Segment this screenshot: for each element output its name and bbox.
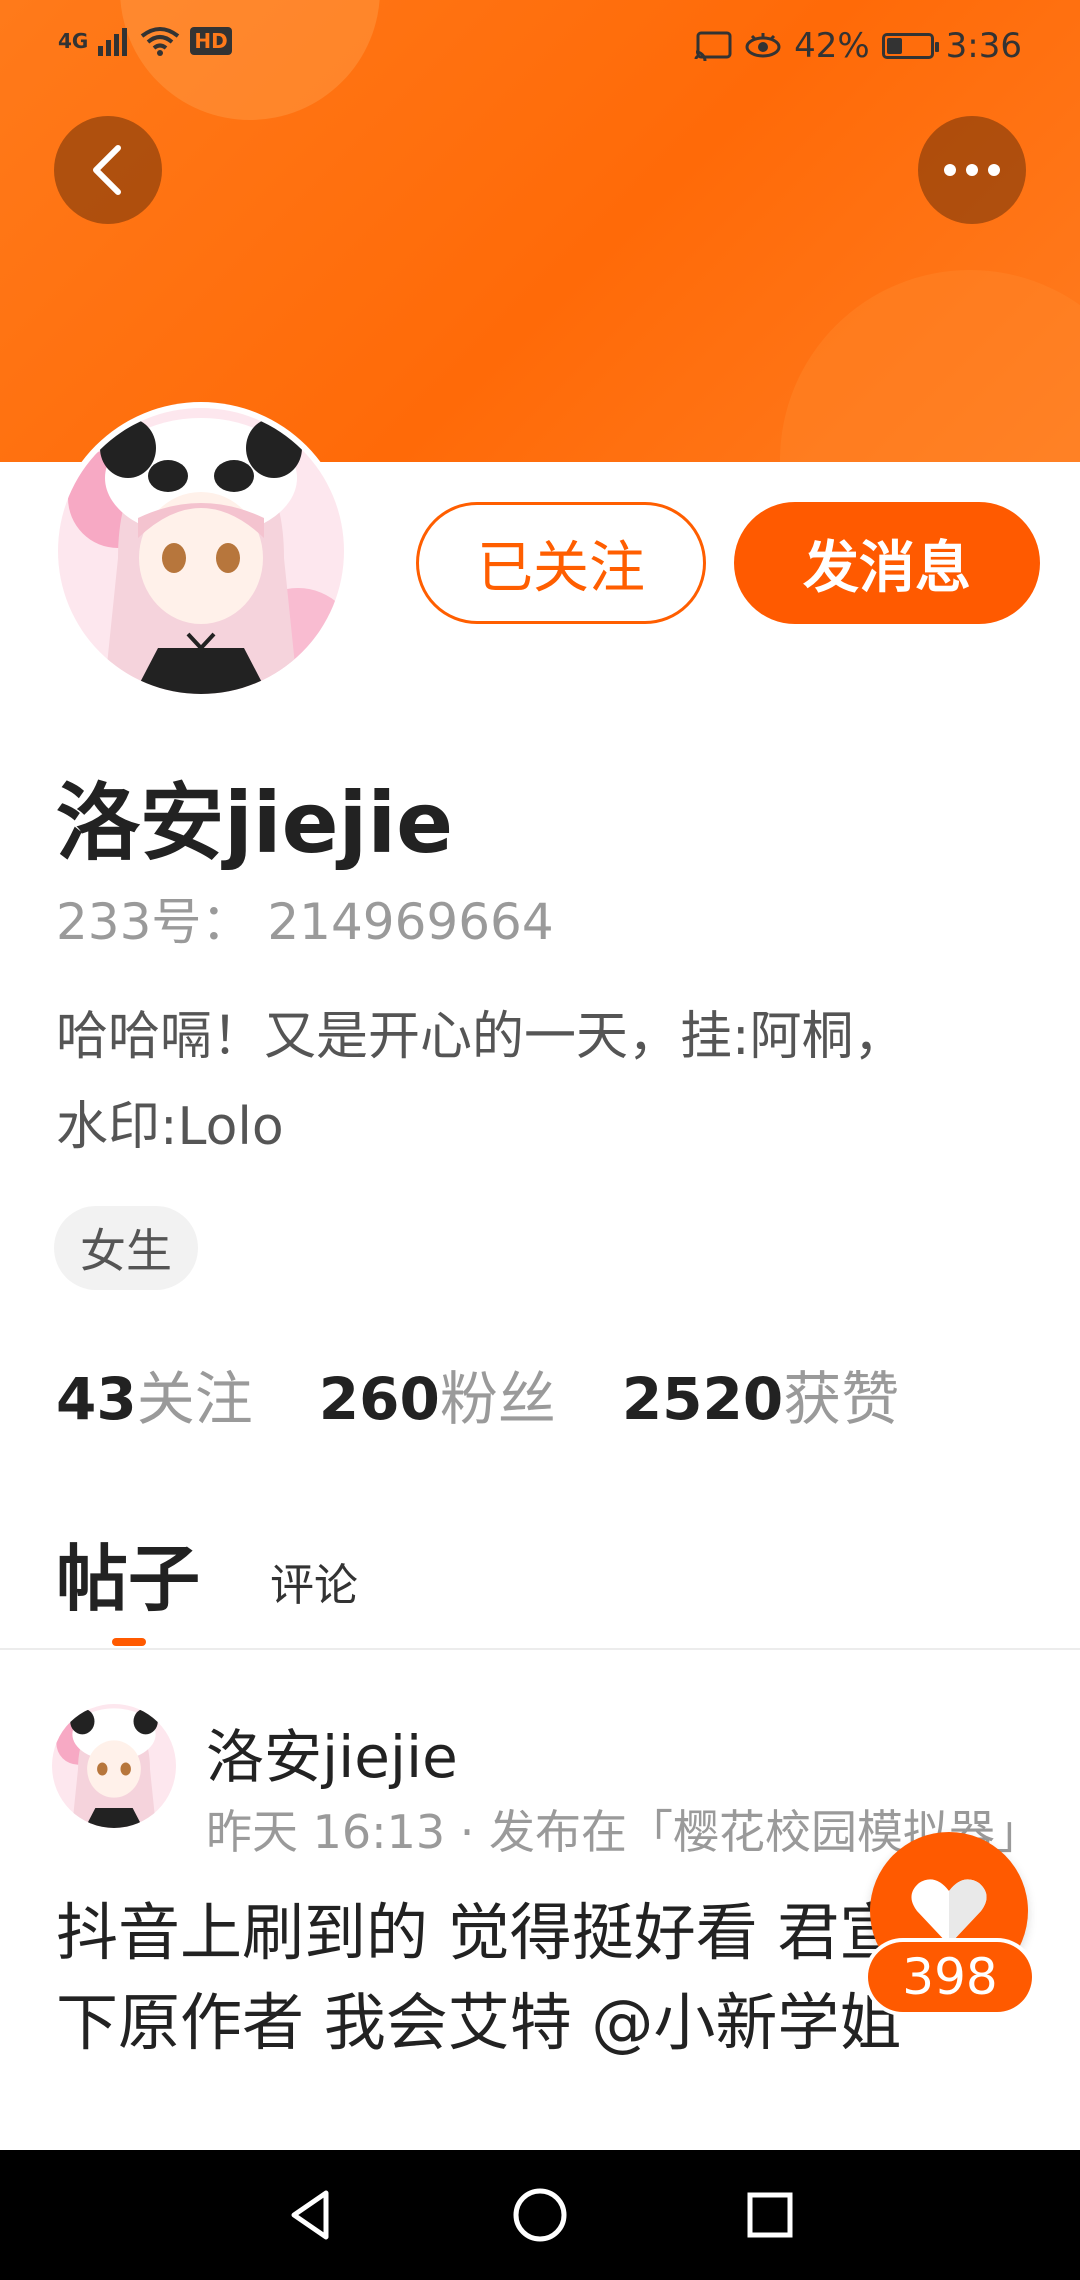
network-label: 4G — [58, 29, 89, 53]
avatar[interactable] — [58, 408, 344, 694]
stat-number: 260 — [318, 1365, 440, 1433]
profile-bio: 哈哈嗝！又是开心的一天，挂:阿桐，水印:Lolo — [56, 1007, 906, 1157]
nav-back-icon[interactable] — [280, 2185, 340, 2245]
eye-comfort-icon — [745, 33, 781, 58]
tab-indicator — [112, 1638, 146, 1646]
cast-icon — [694, 31, 732, 61]
heart-icon — [911, 1879, 987, 1945]
stat-likes[interactable]: 2520获赞 — [622, 1352, 899, 1436]
gender-tag: 女生 — [54, 1206, 198, 1290]
profile-name: 洛安jiejie — [56, 774, 454, 872]
content-tabs: 帖子 评论 — [56, 1520, 358, 1646]
wifi-icon — [141, 27, 180, 56]
stat-number: 2520 — [621, 1365, 784, 1433]
post-author-name[interactable]: 洛安jiejie — [206, 1710, 458, 1794]
back-arrow-icon — [93, 145, 121, 195]
tab-posts[interactable]: 帖子 — [56, 1520, 201, 1646]
hd-badge: HD — [190, 27, 232, 55]
back-button[interactable] — [54, 116, 162, 224]
more-button[interactable] — [918, 116, 1026, 224]
stat-label: 粉丝 — [439, 1365, 556, 1433]
tab-label: 帖子 — [56, 1537, 201, 1621]
nav-home-icon[interactable] — [510, 2185, 570, 2245]
stat-number: 43 — [56, 1365, 137, 1433]
stats-row: 43关注 260粉丝 2520获赞 — [56, 1352, 899, 1436]
system-nav-bar — [0, 2150, 1080, 2280]
stat-followers[interactable]: 260粉丝 — [319, 1352, 556, 1436]
clock: 3:36 — [945, 26, 1022, 66]
post-author-avatar[interactable] — [52, 1704, 176, 1828]
status-bar: 4G HD 42% 3:36 — [0, 18, 1080, 74]
stat-label: 关注 — [136, 1365, 253, 1433]
battery-icon — [881, 33, 939, 59]
tab-comments[interactable]: 评论 — [270, 1549, 358, 1613]
divider — [0, 1648, 1080, 1650]
followed-button[interactable]: 已关注 — [416, 502, 706, 624]
like-count: 398 — [868, 1942, 1032, 2012]
signal-icon — [98, 28, 128, 56]
stat-label: 获赞 — [783, 1365, 900, 1433]
send-message-button[interactable]: 发消息 — [734, 502, 1040, 624]
battery-percent: 42% — [794, 26, 870, 66]
more-icon — [944, 164, 1000, 176]
nav-recents-icon[interactable] — [740, 2185, 800, 2245]
user-id: 233号： 214969664 — [56, 893, 554, 951]
stat-following[interactable]: 43关注 — [56, 1352, 253, 1436]
